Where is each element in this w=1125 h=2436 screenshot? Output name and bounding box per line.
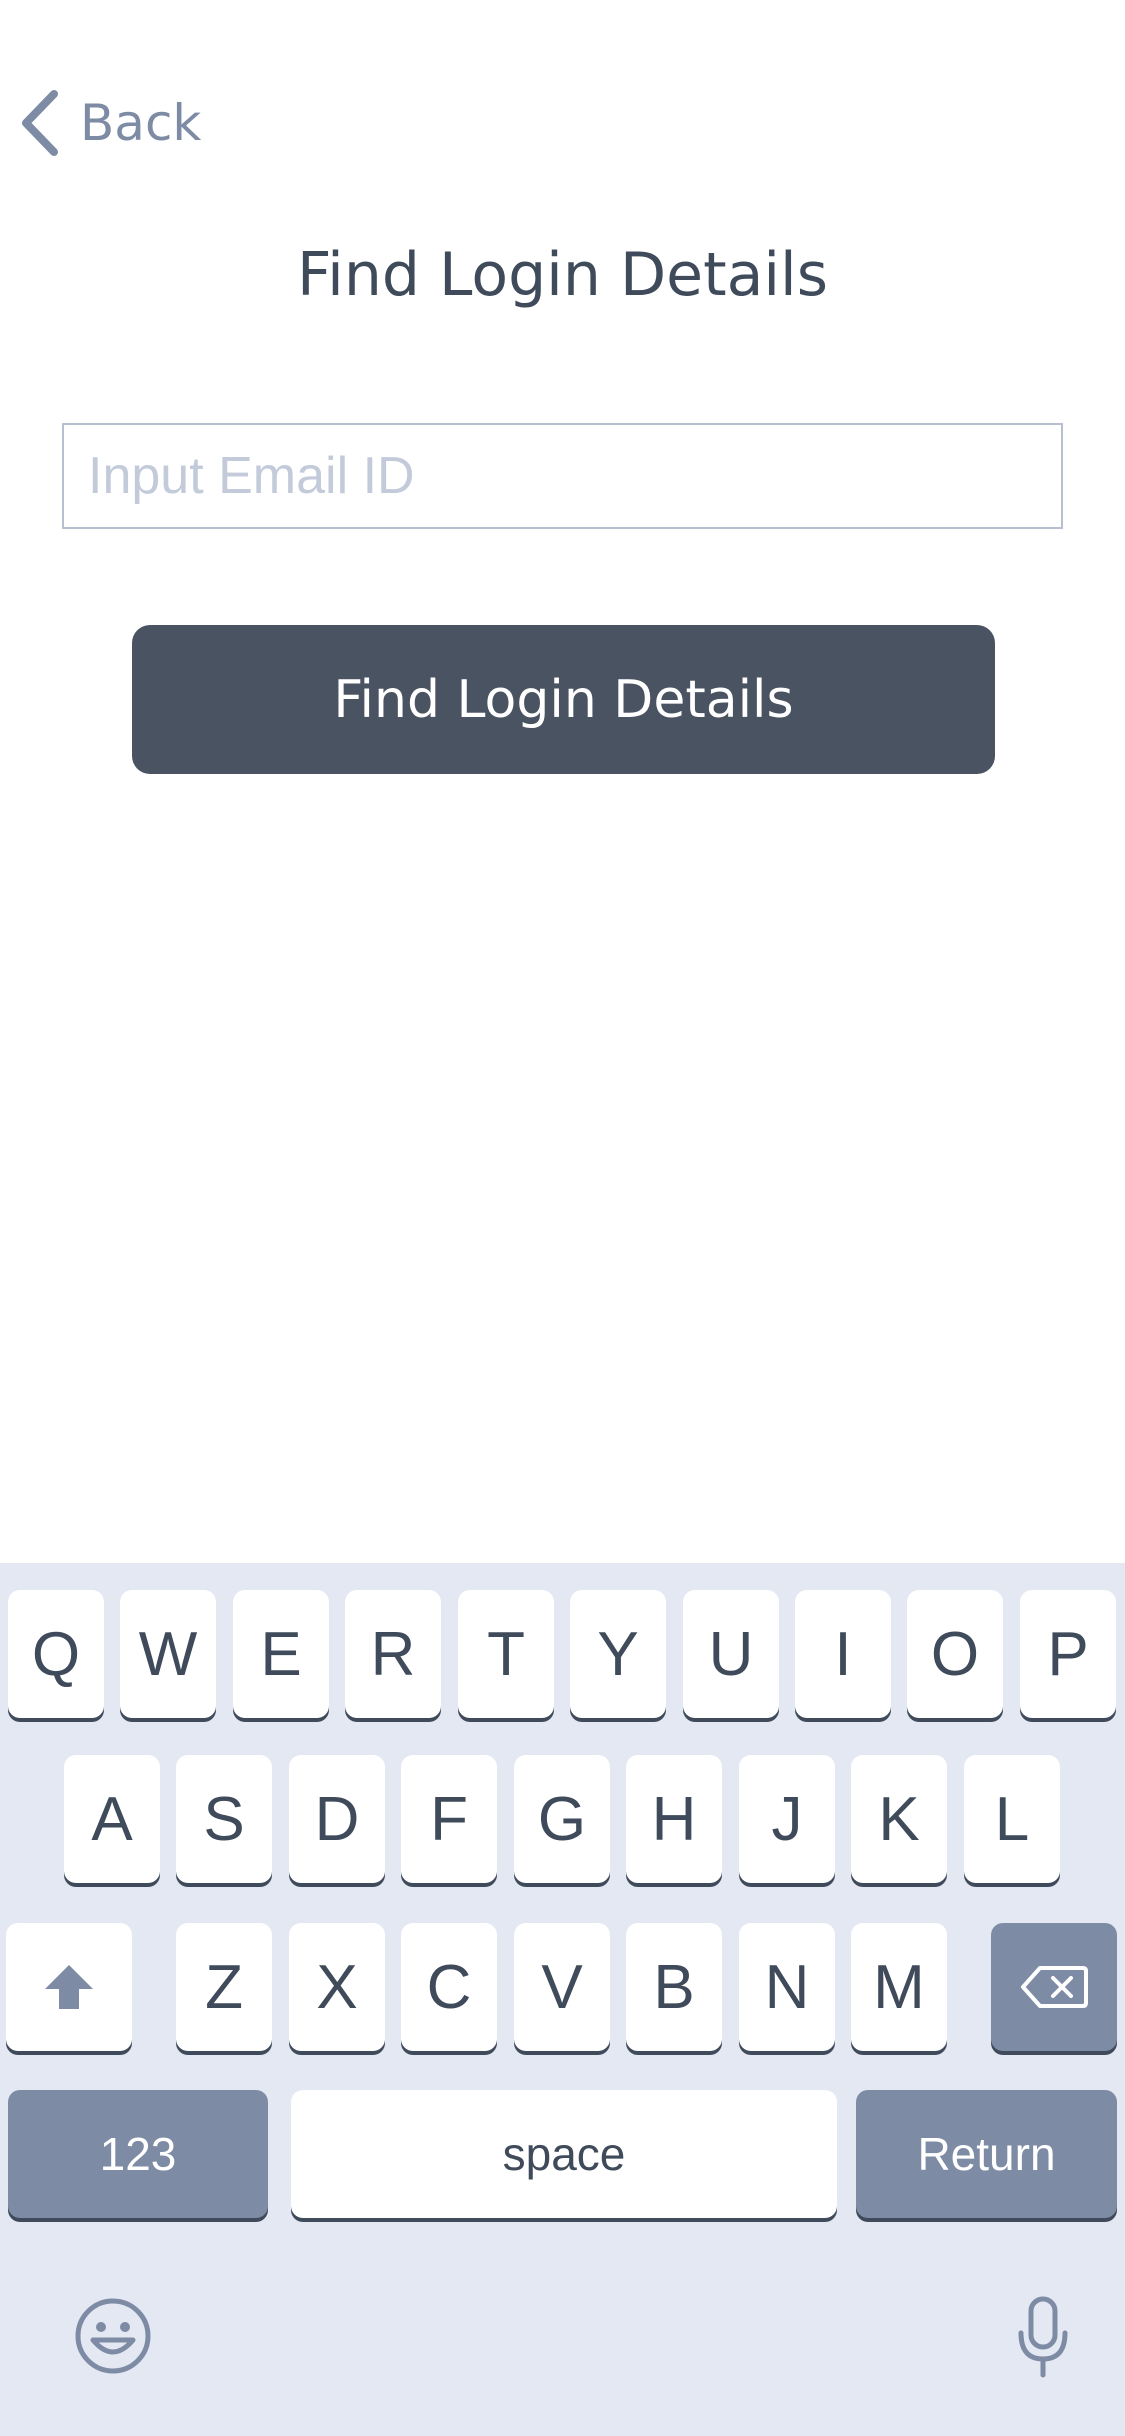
backspace-icon: [1021, 1966, 1088, 2008]
keyboard: Q W E R T Y U I O P A S D F G H J K L Z …: [0, 1563, 1125, 2436]
key-p[interactable]: P: [1020, 1590, 1116, 1718]
key-l[interactable]: L: [964, 1755, 1060, 1883]
key-g[interactable]: G: [514, 1755, 610, 1883]
back-label: Back: [80, 94, 202, 152]
find-login-details-label: Find Login Details: [333, 669, 794, 730]
chevron-left-icon: [22, 90, 58, 156]
shift-key[interactable]: [6, 1923, 132, 2051]
key-i[interactable]: I: [795, 1590, 891, 1718]
key-o[interactable]: O: [907, 1590, 1003, 1718]
key-m[interactable]: M: [851, 1923, 947, 2051]
key-c[interactable]: C: [401, 1923, 497, 2051]
key-e[interactable]: E: [233, 1590, 329, 1718]
key-s[interactable]: S: [176, 1755, 272, 1883]
key-d[interactable]: D: [289, 1755, 385, 1883]
email-input[interactable]: [62, 423, 1063, 529]
key-b[interactable]: B: [626, 1923, 722, 2051]
emoji-icon[interactable]: [73, 2296, 153, 2376]
key-a[interactable]: A: [64, 1755, 160, 1883]
key-q[interactable]: Q: [8, 1590, 104, 1718]
numbers-key[interactable]: 123: [8, 2090, 268, 2218]
key-k[interactable]: K: [851, 1755, 947, 1883]
microphone-icon[interactable]: [1013, 2293, 1073, 2381]
space-key[interactable]: space: [291, 2090, 837, 2218]
key-j[interactable]: J: [739, 1755, 835, 1883]
shift-icon: [45, 1965, 93, 2009]
back-button[interactable]: Back: [16, 88, 201, 158]
page-title: Find Login Details: [297, 240, 828, 310]
return-key[interactable]: Return: [856, 2090, 1117, 2218]
key-f[interactable]: F: [401, 1755, 497, 1883]
find-login-details-button[interactable]: Find Login Details: [132, 625, 995, 774]
key-r[interactable]: R: [345, 1590, 441, 1718]
key-u[interactable]: U: [683, 1590, 779, 1718]
key-h[interactable]: H: [626, 1755, 722, 1883]
key-n[interactable]: N: [739, 1923, 835, 2051]
key-z[interactable]: Z: [176, 1923, 272, 2051]
key-t[interactable]: T: [458, 1590, 554, 1718]
key-v[interactable]: V: [514, 1923, 610, 2051]
backspace-key[interactable]: [991, 1923, 1117, 2051]
key-x[interactable]: X: [289, 1923, 385, 2051]
key-y[interactable]: Y: [570, 1590, 666, 1718]
key-w[interactable]: W: [120, 1590, 216, 1718]
